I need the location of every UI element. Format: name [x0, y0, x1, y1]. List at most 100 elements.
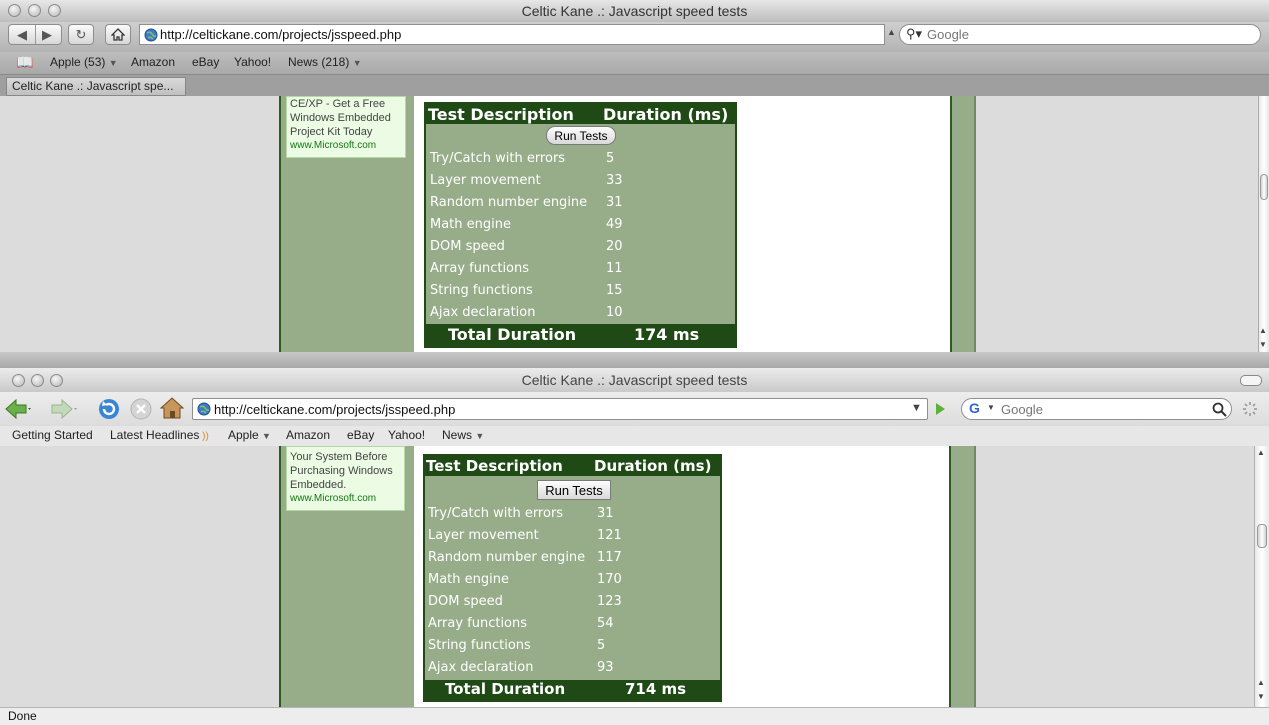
bookmark-news[interactable]: News (218) ▼ — [288, 55, 362, 69]
status-bar: Done — [0, 707, 1269, 725]
back-forward-buttons[interactable]: ◀ ▶ — [8, 24, 62, 45]
result-row: Try/Catch with errors 5 — [426, 147, 735, 169]
results-table: Test Description Duration (ms) Run Tests… — [423, 454, 722, 702]
scrollbar-thumb[interactable] — [1257, 524, 1267, 548]
ad-link[interactable]: www.Microsoft.com — [290, 492, 404, 506]
run-tests-button[interactable]: Run Tests — [546, 126, 616, 145]
window-title: Celtic Kane .: Javascript speed tests — [521, 3, 748, 19]
test-duration: 15 — [606, 283, 623, 298]
ad-box[interactable]: Your System Before Purchasing Windows Em… — [286, 446, 405, 511]
test-description: Random number engine — [428, 550, 586, 565]
test-duration: 170 — [597, 572, 622, 587]
scrollbar-thumb[interactable] — [1260, 174, 1268, 200]
zoom-window-button[interactable] — [48, 4, 61, 17]
url-dropdown-icon[interactable]: ▼ — [911, 402, 922, 414]
scroll-up-icon[interactable]: ▲ — [1257, 448, 1265, 457]
run-tests-button[interactable]: Run Tests — [537, 480, 611, 500]
close-window-button[interactable] — [8, 4, 21, 17]
bookmark-amazon[interactable]: Amazon — [286, 428, 330, 442]
toolbar-toggle-button[interactable] — [1240, 375, 1262, 386]
back-arrow-icon[interactable] — [4, 398, 32, 420]
bookmarks-book-icon[interactable]: 📖 — [16, 54, 33, 71]
test-duration: 31 — [606, 195, 623, 210]
test-description: Try/Catch with errors — [428, 506, 564, 521]
result-row: Ajax declaration 10 — [426, 301, 735, 323]
search-engine-dropdown-icon[interactable]: ▼ — [987, 403, 995, 412]
globe-icon — [144, 28, 158, 42]
url-text: http://celtickane.com/projects/jsspeed.p… — [160, 27, 402, 42]
forward-arrow-icon[interactable] — [50, 398, 78, 420]
search-field[interactable]: ⚲▾ Google — [899, 24, 1261, 45]
test-description: Ajax declaration — [428, 660, 534, 675]
test-description: Math engine — [428, 572, 509, 587]
ad-line-3: Embedded. — [290, 479, 347, 491]
bookmark-getting-started[interactable]: Getting Started — [12, 428, 93, 442]
minimize-window-button[interactable] — [31, 374, 44, 387]
rss-icon: )) — [199, 431, 209, 442]
go-arrow-icon[interactable] — [932, 401, 948, 417]
search-field[interactable]: G ▼ Google — [961, 398, 1232, 420]
result-row: DOM speed 20 — [426, 235, 735, 257]
test-duration: 31 — [597, 506, 614, 521]
scroll-up-icon[interactable]: ▲ — [1259, 326, 1267, 335]
window-title: Celtic Kane .: Javascript speed tests — [521, 372, 748, 388]
bookmark-news[interactable]: News ▼ — [442, 428, 484, 442]
bookmark-apple[interactable]: Apple (53) ▼ — [50, 55, 118, 69]
scroll-down-icon[interactable]: ▼ — [1257, 692, 1265, 701]
forward-icon[interactable]: ▶ — [42, 25, 52, 44]
home-button[interactable] — [105, 24, 131, 45]
home-icon[interactable] — [159, 396, 185, 420]
magnifier-icon[interactable] — [1212, 402, 1227, 417]
safari-titlebar: Celtic Kane .: Javascript speed tests — [0, 0, 1269, 22]
address-bar[interactable]: http://celtickane.com/projects/jsspeed.p… — [139, 24, 885, 45]
results-total: Total Duration 174 ms — [426, 324, 735, 346]
results-total: Total Duration 714 ms — [425, 680, 720, 700]
url-scroll-caret-icon[interactable]: ▲ — [887, 27, 896, 37]
result-row: Layer movement 33 — [426, 169, 735, 191]
bookmark-yahoo[interactable]: Yahoo! — [388, 428, 425, 442]
bookmark-amazon[interactable]: Amazon — [131, 55, 175, 69]
home-icon — [110, 28, 126, 41]
ad-box[interactable]: CE/XP - Get a Free Windows Embedded Proj… — [286, 96, 406, 158]
scroll-up-bottom-icon[interactable]: ▲ — [1257, 678, 1265, 687]
result-row: Array functions 11 — [426, 257, 735, 279]
search-placeholder: Google — [927, 27, 969, 42]
reload-icon: ↻ — [75, 27, 87, 42]
result-row: Try/Catch with errors 31 — [425, 502, 720, 524]
address-bar[interactable]: http://celtickane.com/projects/jsspeed.p… — [192, 398, 928, 420]
total-label: Total Duration — [448, 325, 577, 344]
test-duration: 93 — [597, 660, 614, 675]
back-icon[interactable]: ◀ — [17, 25, 27, 44]
google-g-icon[interactable]: G — [969, 400, 980, 416]
close-window-button[interactable] — [12, 374, 25, 387]
right-sidebar — [949, 446, 976, 707]
bookmark-ebay[interactable]: eBay — [192, 55, 219, 69]
result-row: String functions 5 — [425, 634, 720, 656]
safari-vertical-scrollbar[interactable]: ▲ ▼ — [1258, 96, 1269, 352]
bookmark-latest-headlines[interactable]: Latest Headlines )) — [110, 428, 209, 442]
ad-line-1: Your System Before — [290, 451, 388, 463]
test-description: Math engine — [430, 217, 511, 232]
bookmark-yahoo[interactable]: Yahoo! — [234, 55, 271, 69]
results-header: Test Description Duration (ms) — [426, 104, 735, 124]
result-row: Array functions 54 — [425, 612, 720, 634]
bookmark-ebay[interactable]: eBay — [347, 428, 374, 442]
reload-button[interactable]: ↻ — [68, 24, 94, 45]
bookmark-apple[interactable]: Apple ▼ — [228, 428, 271, 442]
firefox-vertical-scrollbar[interactable]: ▲ ▲ ▼ — [1254, 446, 1269, 707]
scroll-down-icon[interactable]: ▼ — [1259, 340, 1267, 349]
reload-icon[interactable] — [97, 397, 121, 421]
ad-link[interactable]: www.Microsoft.com — [290, 139, 405, 153]
test-description: Array functions — [428, 616, 528, 631]
bookmarks-bar: 📖 Apple (53) ▼ Amazon eBay Yahoo! News (… — [0, 52, 1269, 74]
zoom-window-button[interactable] — [50, 374, 63, 387]
test-description: Layer movement — [430, 173, 541, 188]
ad-line-1: CE/XP - Get a Free — [290, 98, 386, 110]
result-row: Math engine 170 — [425, 568, 720, 590]
test-description: Random number engine — [430, 195, 588, 210]
stop-icon[interactable] — [129, 397, 153, 421]
test-duration: 117 — [597, 550, 622, 565]
minimize-window-button[interactable] — [28, 4, 41, 17]
status-text: Done — [8, 709, 37, 723]
tab-celtic-kane[interactable]: Celtic Kane .: Javascript spe... — [6, 77, 186, 96]
